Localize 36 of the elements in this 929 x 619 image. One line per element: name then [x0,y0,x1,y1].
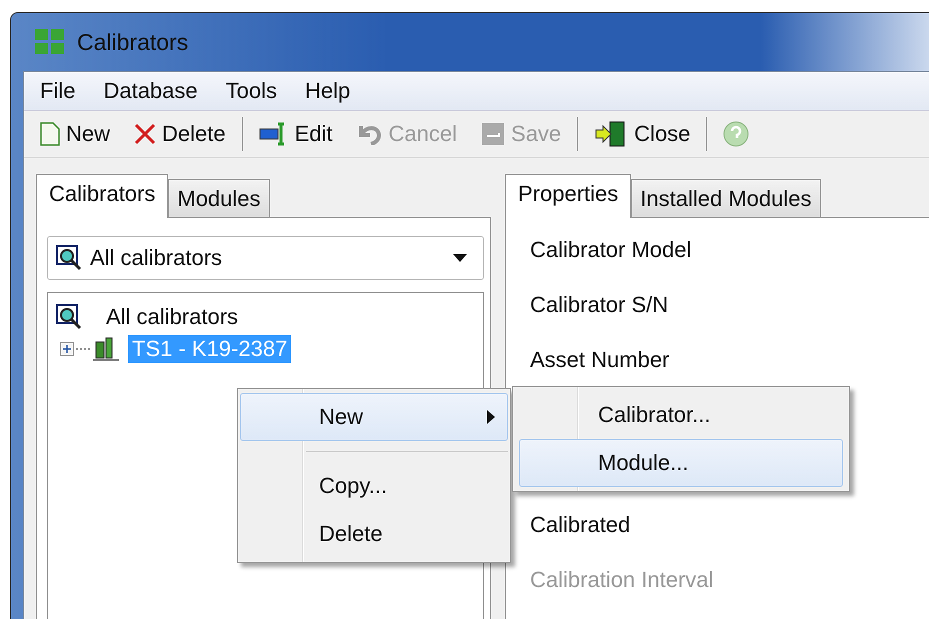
delete-icon [134,123,156,145]
app-grid-icon [35,29,65,55]
document-icon [40,122,60,146]
tab[interactable]: Properties [505,174,632,218]
toolbar-button[interactable]: Delete [130,119,230,149]
menu-item[interactable]: Help [305,78,350,104]
property-label: Asset Number [530,348,670,372]
menu-item[interactable]: Tools [226,78,277,104]
toolbar-button[interactable]: Close [590,119,694,149]
cylinders-icon [92,336,120,362]
undo-icon [356,123,383,145]
menu-item[interactable]: Module... [519,439,843,487]
menu-item[interactable]: Calibrator... [519,391,843,439]
save-icon [481,122,506,146]
tab[interactable]: Calibrators [36,174,168,218]
menu-item[interactable]: New [240,393,508,441]
tab[interactable]: Installed Modules [631,179,820,217]
expander-icon[interactable] [60,342,74,356]
help-icon [723,121,750,147]
property-label: Calibrator S/N [530,293,668,317]
property-label: Calibrator Model [530,238,692,262]
menu-item[interactable]: File [40,78,76,104]
toolbar-button[interactable]: New [36,119,114,149]
menu-item[interactable]: Database [103,78,198,104]
search-icon [56,304,82,330]
search-icon [56,245,82,271]
caret-icon [453,254,467,262]
property-label: Calibrated [530,513,630,537]
filter-dropdown[interactable]: All calibrators [47,236,484,280]
property-label: Calibration Interval [530,568,714,592]
tab[interactable]: Modules [168,179,270,217]
tree-item[interactable]: All calibrators [102,303,242,331]
menu-item[interactable]: Delete [240,510,508,558]
toolbar-button[interactable]: Edit [254,119,337,149]
window-title: Calibrators [77,28,188,56]
menu-item[interactable]: Copy... [240,462,508,510]
